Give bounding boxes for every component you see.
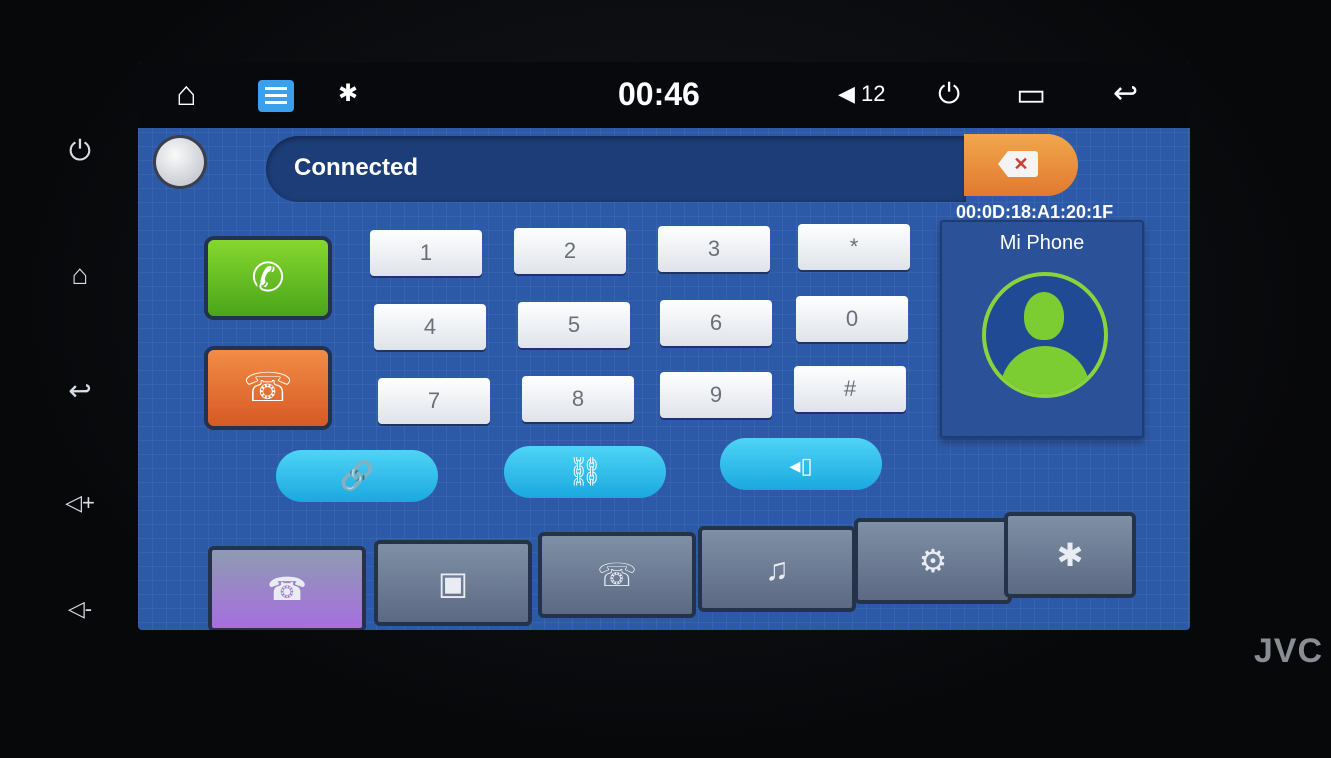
recent-apps-icon[interactable]: ▭ — [1016, 74, 1046, 114]
contact-avatar-icon — [982, 272, 1108, 398]
display-screen: ⌂ ✱ 00:46 ◀ 12 ⏻ ▭ ↩ Connected ✕ 00:0D:1… — [138, 62, 1190, 630]
key-6[interactable]: 6 — [660, 300, 772, 346]
dial-display: Connected — [266, 136, 966, 202]
key-4[interactable]: 4 — [374, 304, 486, 350]
back-icon[interactable]: ↩ — [1113, 74, 1138, 114]
phone-dialer: Connected ✕ 00:0D:18:A1:20:1F ✆ ☏ 1 2 3 … — [138, 128, 1190, 630]
volume-level: 12 — [861, 81, 886, 106]
gear-icon: ⚙ — [918, 543, 948, 579]
brand-logo: JVC — [1253, 632, 1323, 670]
power-icon[interactable]: ⏻ — [938, 74, 960, 114]
hw-volume-up-button[interactable]: ◁+ — [50, 478, 110, 528]
volume-indicator[interactable]: ◀ 12 — [838, 74, 886, 114]
bluetooth-icon: ✱ — [1056, 537, 1084, 573]
device-name: Mi Phone — [999, 232, 1085, 254]
key-hash[interactable]: # — [794, 366, 906, 412]
hw-volume-down-button[interactable]: ◁- — [50, 584, 110, 634]
unlink-icon: ⛓ — [567, 456, 603, 487]
app-menu-icon[interactable] — [258, 80, 294, 112]
hw-home-button[interactable]: ⌂ — [50, 250, 110, 300]
link-icon: 🔗 — [339, 460, 375, 491]
call-button[interactable]: ✆ — [208, 240, 328, 316]
speaker-icon: ◀ — [838, 81, 855, 106]
clock: 00:46 — [618, 76, 700, 112]
hw-power-button[interactable]: ⏻ — [50, 126, 110, 176]
disconnect-button[interactable]: ⛓ — [504, 446, 666, 498]
hang-up-button[interactable]: ☏ — [208, 350, 328, 426]
key-5[interactable]: 5 — [518, 302, 630, 348]
call-log-icon: ☏ — [596, 557, 637, 593]
rotary-phone-icon: ☎ — [267, 571, 307, 607]
key-7[interactable]: 7 — [378, 378, 490, 424]
transfer-icon: ◂▯ — [789, 453, 813, 478]
key-1[interactable]: 1 — [370, 230, 482, 276]
bluetooth-icon: ✱ — [338, 80, 359, 107]
tab-bluetooth[interactable]: ✱ — [1004, 512, 1136, 598]
key-star[interactable]: * — [798, 224, 910, 270]
tab-call-log[interactable]: ☏ — [538, 532, 696, 618]
phone-icon: ✆ — [251, 256, 285, 300]
connection-status: Connected — [294, 154, 419, 181]
key-9[interactable]: 9 — [660, 372, 772, 418]
assistive-touch-orb[interactable] — [156, 138, 204, 186]
contacts-book-icon: ▣ — [437, 565, 469, 601]
music-note-icon: ♫ — [765, 551, 789, 587]
tab-settings[interactable]: ⚙ — [854, 518, 1012, 604]
home-icon[interactable]: ⌂ — [176, 74, 197, 114]
bottom-tab-bar: ☎ ▣ ☏ ♫ ⚙ ✱ — [198, 512, 1190, 630]
tab-music[interactable]: ♫ — [698, 526, 856, 612]
device-panel: Mi Phone — [940, 220, 1144, 438]
key-8[interactable]: 8 — [522, 376, 634, 422]
transfer-to-phone-button[interactable]: ◂▯ — [720, 438, 882, 490]
key-2[interactable]: 2 — [514, 228, 626, 274]
hang-up-icon: ☏ — [242, 366, 294, 410]
backspace-button[interactable]: ✕ — [964, 134, 1078, 196]
key-0[interactable]: 0 — [796, 296, 908, 342]
backspace-icon: ✕ — [998, 151, 1038, 177]
key-3[interactable]: 3 — [658, 226, 770, 272]
connect-button[interactable]: 🔗 — [276, 450, 438, 502]
hw-back-button[interactable]: ↩ — [50, 366, 110, 416]
tab-contacts[interactable]: ▣ — [374, 540, 532, 626]
status-bar: ⌂ ✱ 00:46 ◀ 12 ⏻ ▭ ↩ — [138, 62, 1190, 128]
tab-dialer[interactable]: ☎ — [208, 546, 366, 630]
